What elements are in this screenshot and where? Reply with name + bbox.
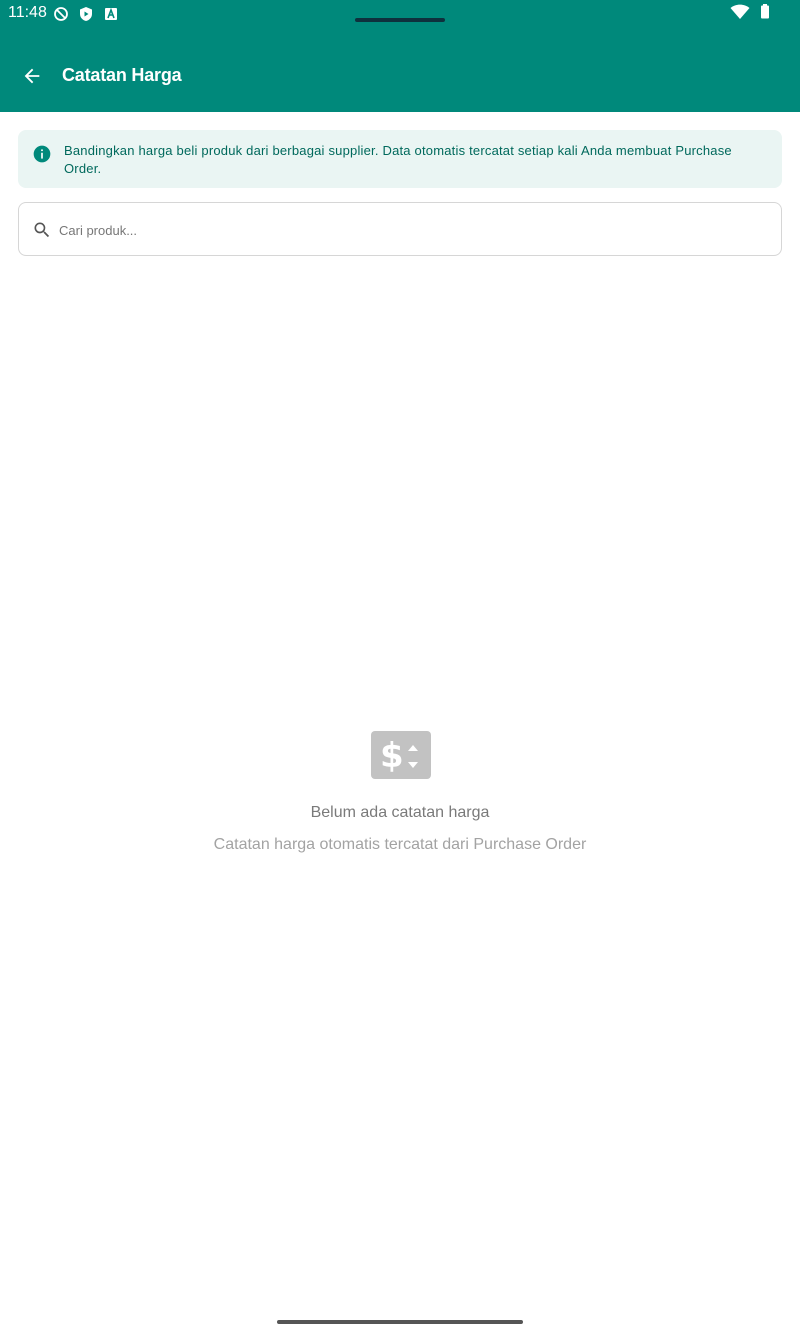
wifi-icon bbox=[730, 4, 750, 25]
search-icon bbox=[34, 222, 50, 238]
play-protect-icon bbox=[78, 6, 94, 22]
empty-state-subtitle: Catatan harga otomatis tercatat dari Pur… bbox=[213, 836, 587, 853]
search-input[interactable] bbox=[59, 213, 769, 247]
info-icon bbox=[33, 145, 51, 163]
info-text: Bandingkan harga beli produk dari berbag… bbox=[64, 143, 732, 176]
status-icons-right bbox=[730, 3, 770, 25]
price-change-icon: $ bbox=[371, 731, 431, 779]
status-icons-left bbox=[53, 5, 119, 23]
status-bar: 11:48 bbox=[0, 0, 800, 28]
battery-icon bbox=[760, 3, 770, 25]
home-indicator[interactable] bbox=[277, 1320, 523, 1324]
toolbar: Catatan Harga bbox=[0, 50, 800, 102]
app-header: 11:48 Catatan Harga bbox=[0, 0, 800, 112]
camera-notch bbox=[355, 18, 445, 22]
font-icon bbox=[103, 6, 119, 22]
shield-off-icon bbox=[53, 6, 69, 22]
back-button[interactable] bbox=[14, 58, 50, 94]
search-box[interactable] bbox=[18, 202, 782, 256]
arrow-back-icon bbox=[24, 68, 40, 84]
empty-state-title: Belum ada catatan harga bbox=[310, 804, 490, 821]
info-banner: Bandingkan harga beli produk dari berbag… bbox=[18, 130, 782, 188]
svg-text:$: $ bbox=[380, 736, 404, 776]
status-time: 11:48 bbox=[8, 4, 47, 21]
page-title: Catatan Harga bbox=[62, 65, 182, 85]
